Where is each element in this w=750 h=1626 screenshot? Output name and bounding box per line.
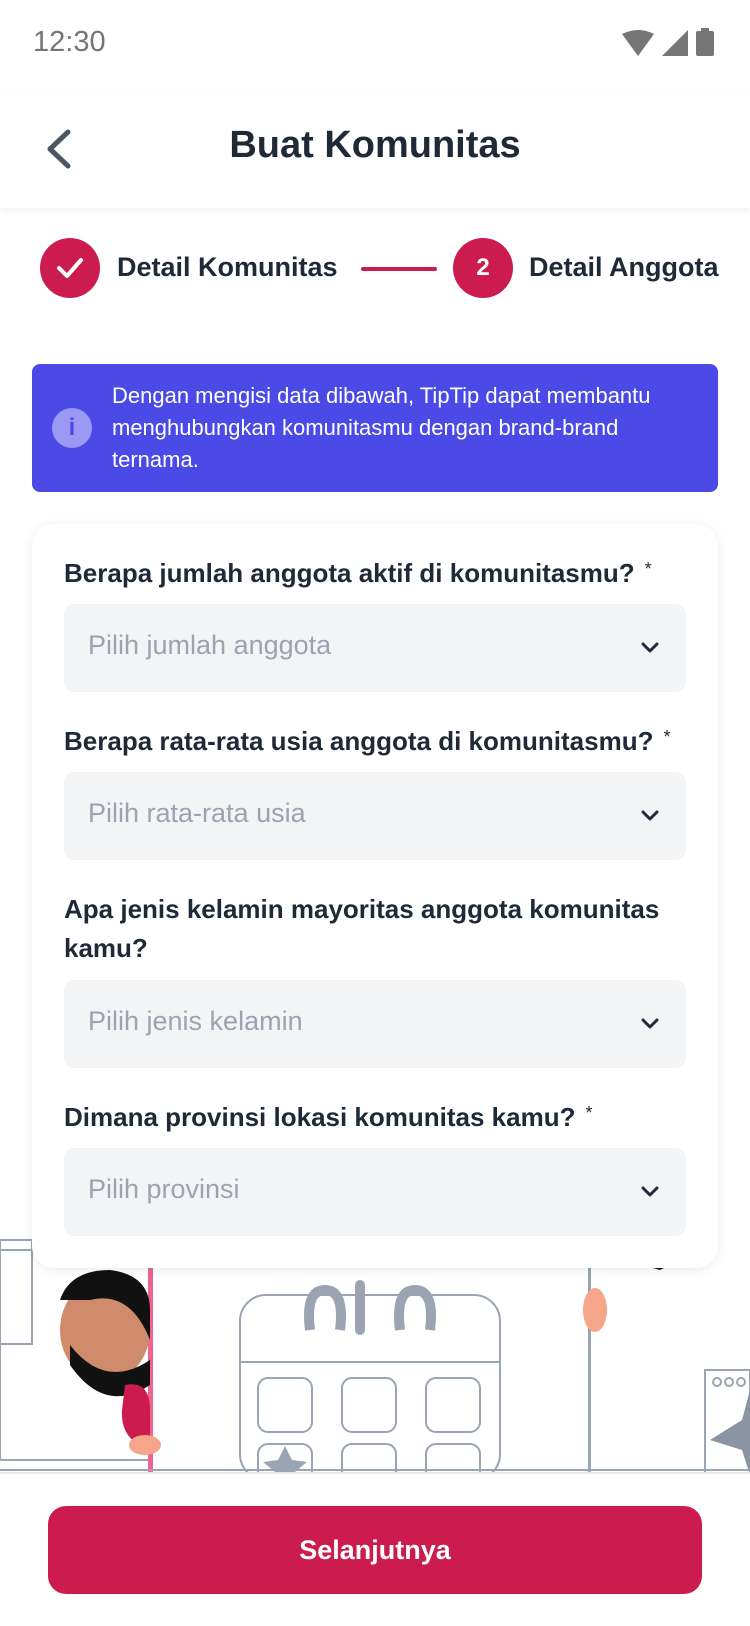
signal-icon xyxy=(662,30,688,56)
next-button[interactable]: Selanjutnya xyxy=(48,1506,702,1594)
required-mark: * xyxy=(585,1103,593,1123)
required-mark: * xyxy=(663,727,671,747)
member-count-placeholder: Pilih jumlah anggota xyxy=(88,630,332,660)
field-2-label: Berapa rata-rata usia anggota di komunit… xyxy=(64,726,671,756)
chevron-down-icon xyxy=(641,1018,659,1029)
chevron-down-icon xyxy=(641,810,659,821)
status-bar: 12:30 xyxy=(0,0,750,90)
step-connector xyxy=(361,267,437,271)
bottom-action-bar: Selanjutnya xyxy=(0,1472,750,1626)
wifi-icon xyxy=(622,30,654,56)
info-icon: i xyxy=(52,408,92,448)
battery-icon xyxy=(696,28,714,56)
member-detail-form: Berapa jumlah anggota aktif di komunitas… xyxy=(32,524,718,1268)
required-mark: * xyxy=(644,559,652,579)
member-count-select[interactable]: Pilih jumlah anggota xyxy=(64,604,686,692)
field-1-label: Berapa jumlah anggota aktif di komunitas… xyxy=(64,558,652,588)
check-icon xyxy=(57,258,83,278)
step-2-label: Detail Anggota xyxy=(529,252,719,282)
gender-placeholder: Pilih jenis kelamin xyxy=(88,1006,303,1036)
info-text: Dengan mengisi data dibawah, TipTip dapa… xyxy=(112,383,651,472)
gender-select[interactable]: Pilih jenis kelamin xyxy=(64,980,686,1068)
field-4-label: Dimana provinsi lokasi komunitas kamu? * xyxy=(64,1102,593,1132)
step-1-completed-marker xyxy=(40,238,100,298)
province-placeholder: Pilih provinsi xyxy=(88,1174,240,1204)
app-bar: Buat Komunitas xyxy=(0,90,750,208)
info-banner: i Dengan mengisi data dibawah, TipTip da… xyxy=(32,364,718,492)
province-select[interactable]: Pilih provinsi xyxy=(64,1148,686,1236)
chevron-down-icon xyxy=(641,1186,659,1197)
field-3-label: Apa jenis kelamin mayoritas anggota komu… xyxy=(64,894,660,963)
step-1-label: Detail Komunitas xyxy=(117,252,338,282)
step-2-number: 2 xyxy=(453,238,513,298)
status-time: 12:30 xyxy=(33,26,106,58)
page-title: Buat Komunitas xyxy=(229,124,521,166)
status-icons xyxy=(622,28,714,56)
chevron-down-icon xyxy=(641,642,659,653)
average-age-select[interactable]: Pilih rata-rata usia xyxy=(64,772,686,860)
average-age-placeholder: Pilih rata-rata usia xyxy=(88,798,306,828)
stepper: Detail Komunitas 2 Detail Anggota xyxy=(0,238,750,300)
